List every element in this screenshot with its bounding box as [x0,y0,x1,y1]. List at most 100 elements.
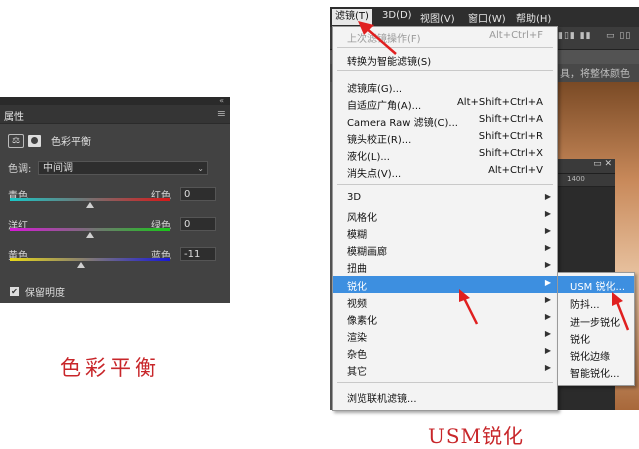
menu-item-stylize[interactable]: 风格化 ▶ [333,207,557,224]
panel-title-row: ⚖ 色彩平衡 [8,133,91,148]
menu-divider [337,184,553,185]
submenu-arrow-icon: ▶ [544,295,551,304]
menu-item-label: 自适应广角(A)... [347,101,422,112]
slider-value-field[interactable]: -11 [180,247,216,261]
menu-item-noise[interactable]: 杂色 ▶ [333,344,557,361]
collapse-icon[interactable]: « [219,96,224,105]
menu-item-shortcut: Shift+Ctrl+X [478,148,543,159]
submenu-arrow-icon: ▶ [544,329,551,338]
menu-item-label: 像素化 [347,316,377,327]
panel-header: 属性 ≡ [0,105,230,124]
menu-item-adaptive-wide-angle[interactable]: 自适应广角(A)... Alt+Shift+Ctrl+A [333,95,557,112]
adjustment-title: 色彩平衡 [51,137,91,148]
slider-value-field[interactable]: 0 [180,187,216,201]
slider-track[interactable] [10,228,170,231]
caption-usm-sharpen: USM锐化 [428,424,525,448]
menu-item-camera-raw[interactable]: Camera Raw 滤镜(C)... Shift+Ctrl+A [333,112,557,129]
menu-item-blur[interactable]: 模糊 ▶ [333,224,557,241]
menu-item-label: Camera Raw 滤镜(C)... [347,118,458,129]
magenta-green-slider: 洋红 绿色 0 [8,217,224,247]
menu-item-distort[interactable]: 扭曲 ▶ [333,258,557,275]
menu-item-3d[interactable]: 3D ▶ [333,190,557,207]
menu-view[interactable]: 视图(V) [420,10,455,25]
menu-divider [337,382,553,383]
preserve-luminosity-checkbox[interactable]: ✔ [10,287,19,296]
submenu-item-sharpen-edges[interactable]: 锐化边缘 [558,346,634,363]
submenu-arrow-icon: ▶ [544,209,551,218]
slider-value-field[interactable]: 0 [180,217,216,231]
cyan-red-slider: 青色 红色 0 [8,187,224,217]
submenu-arrow-icon: ▶ [544,278,551,287]
preserve-luminosity-label: 保留明度 [25,288,65,299]
slider-thumb[interactable] [86,232,94,238]
slider-track[interactable] [10,198,170,201]
align-icons[interactable]: ▮▯▮ ▮▮ [558,31,592,41]
menu-item-render[interactable]: 渲染 ▶ [333,327,557,344]
menu-item-label: 浏览联机滤镜... [347,394,417,405]
menu-item-blur-gallery[interactable]: 模糊画廊 ▶ [333,241,557,258]
chevron-down-icon: ⌄ [197,163,204,173]
menu-item-label: 滤镜库(G)... [347,84,403,95]
annotation-arrow-sharpen [459,289,479,325]
menu-item-lens-correction[interactable]: 镜头校正(R)... Shift+Ctrl+R [333,129,557,146]
document-window-title-bar: ▭ ✕ [555,159,615,174]
menu-item-liquify[interactable]: 液化(L)... Shift+Ctrl+X [333,146,557,163]
submenu-arrow-icon: ▶ [544,346,551,355]
menu-item-label: 3D [347,192,362,203]
menu-item-label: 锐化 [347,282,367,293]
menu-divider [337,70,553,71]
menu-item-other[interactable]: 其它 ▶ [333,361,557,378]
ruler-mark: 1400 [567,175,585,183]
window-controls-icon[interactable]: ▭ ✕ [593,159,612,169]
slider-track[interactable] [10,258,170,261]
background-text-hint: 具，将整体颜色 [560,69,630,80]
menu-item-vanishing-point[interactable]: 消失点(V)... Alt+Ctrl+V [333,163,557,180]
menu-item-label: 模糊 [347,230,367,241]
submenu-item-label: 锐化 [570,335,590,346]
submenu-arrow-icon: ▶ [544,260,551,269]
submenu-arrow-icon: ▶ [544,226,551,235]
layer-mask-icon[interactable] [28,134,41,147]
menu-window[interactable]: 窗口(W) [468,10,506,25]
menu-item-shortcut: Alt+Shift+Ctrl+A [456,97,543,108]
panel-menu-icon[interactable]: ≡ [217,107,226,120]
menu-item-label: 风格化 [347,213,377,224]
submenu-arrow-icon: ▶ [544,312,551,321]
menu-item-browse-online-filters[interactable]: 浏览联机滤镜... [333,388,557,405]
yellow-blue-slider: 黄色 蓝色 -11 [8,247,224,277]
menu-item-label: 液化(L)... [347,152,390,163]
annotation-arrow-filter-menu [358,21,397,55]
menu-item-label: 渲染 [347,333,367,344]
slider-thumb[interactable] [86,202,94,208]
tone-select[interactable]: 中间调 ⌄ [38,160,208,175]
menu-item-filter-gallery[interactable]: 滤镜库(G)... [333,78,557,95]
preserve-luminosity-row[interactable]: ✔ 保留明度 [10,284,65,299]
submenu-item-label: 锐化边缘 [570,352,610,363]
color-balance-properties-panel: « 属性 ≡ ⚖ 色彩平衡 色调: 中间调 ⌄ 青色 红色 0 洋红 绿色 0 … [0,96,230,303]
ruler: 1400 [555,174,615,187]
menu-item-sharpen[interactable]: 锐化 ▶ [333,276,557,293]
distribute-icons[interactable]: ▭ ▯▯ [606,31,631,41]
properties-tab[interactable]: 属性 [4,108,24,123]
panel-top-bar: « [0,96,230,105]
menu-item-shortcut: Shift+Ctrl+R [478,131,543,142]
menu-item-pixelate[interactable]: 像素化 ▶ [333,310,557,327]
submenu-arrow-icon: ▶ [544,243,551,252]
menu-item-label: 扭曲 [347,264,367,275]
menu-item-shortcut: Alt+Ctrl+F [489,30,543,41]
menu-item-video[interactable]: 视频 ▶ [333,293,557,310]
menu-item-label: 杂色 [347,350,367,361]
menu-item-shortcut: Shift+Ctrl+A [478,114,543,125]
submenu-item-label: 防抖... [570,300,600,311]
slider-thumb[interactable] [77,262,86,268]
submenu-item-smart-sharpen[interactable]: 智能锐化... [558,363,634,380]
menu-item-label: 视频 [347,299,367,310]
annotation-arrow-usm [612,292,630,331]
submenu-arrow-icon: ▶ [544,363,551,372]
menu-help[interactable]: 帮助(H) [516,10,551,25]
filter-menu: 上次滤镜操作(F) Alt+Ctrl+F 转换为智能滤镜(S) 滤镜库(G)..… [332,26,558,411]
menu-item-label: 其它 [347,367,367,378]
scales-icon: ⚖ [8,133,24,148]
submenu-item-label: 智能锐化... [570,369,620,380]
tone-label: 色调: [8,164,32,175]
